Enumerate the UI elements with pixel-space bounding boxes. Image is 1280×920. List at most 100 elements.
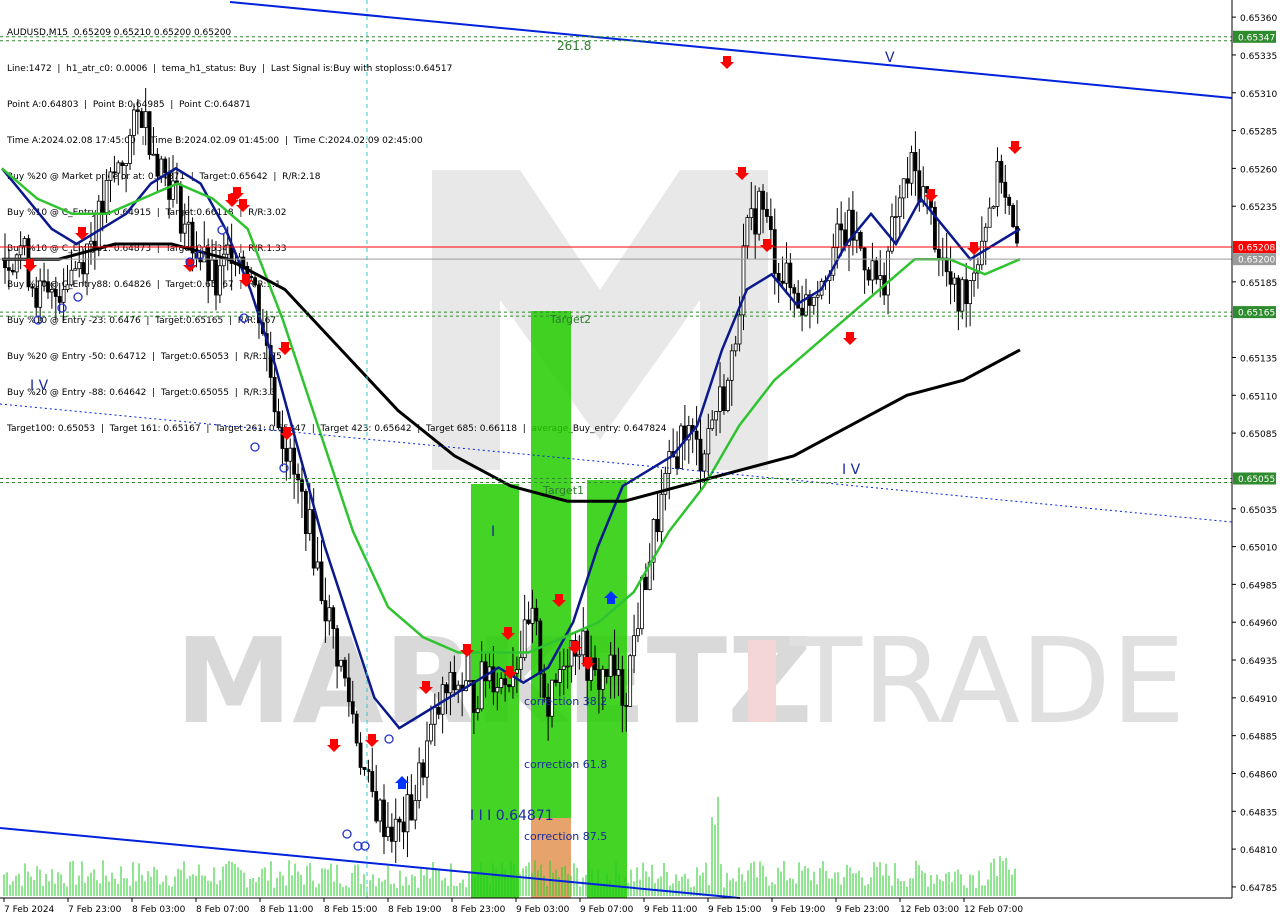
- candle-body: [378, 799, 383, 822]
- y-tick-label: 0.64910: [1240, 695, 1277, 705]
- candle-body: [585, 630, 590, 681]
- candle-body: [323, 600, 328, 622]
- candle-body: [417, 762, 422, 801]
- candle-body: [272, 376, 277, 413]
- candle-body: [116, 162, 121, 174]
- candle-body: [557, 669, 562, 683]
- candle-body: [960, 279, 965, 312]
- candle-body: [796, 292, 801, 309]
- watermark-right: TRADE: [789, 612, 1185, 750]
- candle-body: [284, 448, 289, 462]
- wave-v-label: V: [885, 50, 895, 66]
- candle-body: [901, 178, 906, 199]
- candle-body: [159, 158, 164, 177]
- candle-body: [561, 665, 566, 670]
- y-tick-label: 0.64810: [1240, 846, 1277, 856]
- candle-body: [620, 669, 625, 706]
- candle-body: [870, 260, 875, 281]
- y-tick-label: 0.65035: [1240, 506, 1277, 516]
- candle-body: [49, 289, 54, 293]
- x-tick-label: 9 Feb 07:00: [580, 905, 634, 915]
- signal-circle-icon: [57, 303, 67, 313]
- candle-body: [100, 200, 105, 213]
- candle-body: [14, 254, 19, 273]
- candle-body: [7, 267, 11, 271]
- x-tick-label: 9 Feb 23:00: [836, 905, 890, 915]
- y-tick-label: 0.65010: [1240, 544, 1277, 554]
- price-badge-label: 0.65165: [1238, 309, 1275, 319]
- candle-body: [311, 509, 316, 569]
- x-tick-label: 8 Feb 19:00: [388, 905, 442, 915]
- candle-body: [725, 379, 730, 412]
- y-tick-label: 0.65135: [1240, 354, 1277, 364]
- candle-body: [343, 659, 347, 679]
- candle-body: [956, 277, 961, 312]
- candle-body: [53, 289, 58, 297]
- candle-body: [57, 296, 62, 303]
- candle-body: [495, 687, 500, 693]
- candle-body: [178, 184, 183, 234]
- sell-arrow-icon: [23, 259, 37, 272]
- candle-body: [780, 280, 785, 284]
- price-badge-label: 0.65200: [1238, 256, 1275, 266]
- candle-body: [905, 178, 910, 184]
- candle-body: [639, 576, 644, 630]
- fib-261-label: 261.8: [557, 39, 591, 53]
- candle-body: [600, 668, 605, 690]
- price-badge-label: 0.65208: [1238, 244, 1275, 254]
- candle-body: [346, 677, 351, 703]
- candle-body: [518, 657, 523, 670]
- candle-body: [128, 135, 132, 164]
- candle-body: [22, 238, 27, 247]
- correction-61-label: correction 61.8: [524, 758, 607, 771]
- price-badge-label: 0.65347: [1238, 33, 1275, 43]
- candle-body: [964, 279, 969, 305]
- candle-body: [530, 607, 535, 624]
- candle-body: [753, 208, 758, 235]
- x-tick-label: 12 Feb 03:00: [900, 905, 959, 915]
- candle-body: [292, 447, 297, 475]
- candle-body: [628, 655, 633, 707]
- candle-body: [878, 275, 883, 280]
- candle-body: [89, 240, 93, 245]
- y-tick-label: 0.65335: [1240, 52, 1277, 62]
- candle-body: [995, 160, 1000, 207]
- candle-body: [112, 171, 117, 174]
- candle-body: [890, 216, 894, 252]
- x-tick-label: 8 Feb 11:00: [260, 905, 314, 915]
- candle-body: [710, 419, 715, 430]
- x-tick-label: 7 Feb 2024: [4, 905, 55, 915]
- candle-body: [421, 762, 425, 778]
- signal-circle-icon: [250, 442, 260, 452]
- candle-body: [397, 818, 402, 823]
- candle-body: [428, 723, 433, 742]
- candle-body: [741, 245, 746, 316]
- candle-body: [210, 259, 214, 282]
- y-tick-label: 0.65310: [1240, 90, 1277, 100]
- candle-body: [452, 672, 457, 691]
- candle-body: [393, 818, 398, 842]
- candle-body: [581, 630, 586, 656]
- candle-body: [69, 269, 74, 286]
- candle-body: [1007, 196, 1012, 206]
- x-tick-label: 9 Feb 11:00: [644, 905, 698, 915]
- candle-body: [749, 208, 754, 219]
- candle-body: [401, 821, 406, 833]
- candle-body: [479, 661, 484, 710]
- candle-body: [253, 277, 257, 286]
- sell-arrow-icon: [1008, 141, 1022, 154]
- candle-body: [604, 668, 609, 677]
- candle-body: [73, 268, 78, 271]
- candle-body: [358, 742, 363, 768]
- candle-body: [143, 111, 148, 128]
- candle-body: [276, 411, 281, 429]
- candle-body: [81, 262, 86, 275]
- price-chart[interactable]: MARKETZ TRADE 0.65360 0.65335 0.65310 0.652…: [0, 0, 1280, 920]
- candle-body: [218, 265, 222, 296]
- candle-body: [382, 799, 386, 837]
- y-tick-label: 0.65185: [1240, 279, 1277, 289]
- candle-body: [362, 767, 367, 770]
- candle-body: [456, 684, 461, 691]
- candle-body: [526, 619, 531, 624]
- candle-body: [706, 428, 711, 455]
